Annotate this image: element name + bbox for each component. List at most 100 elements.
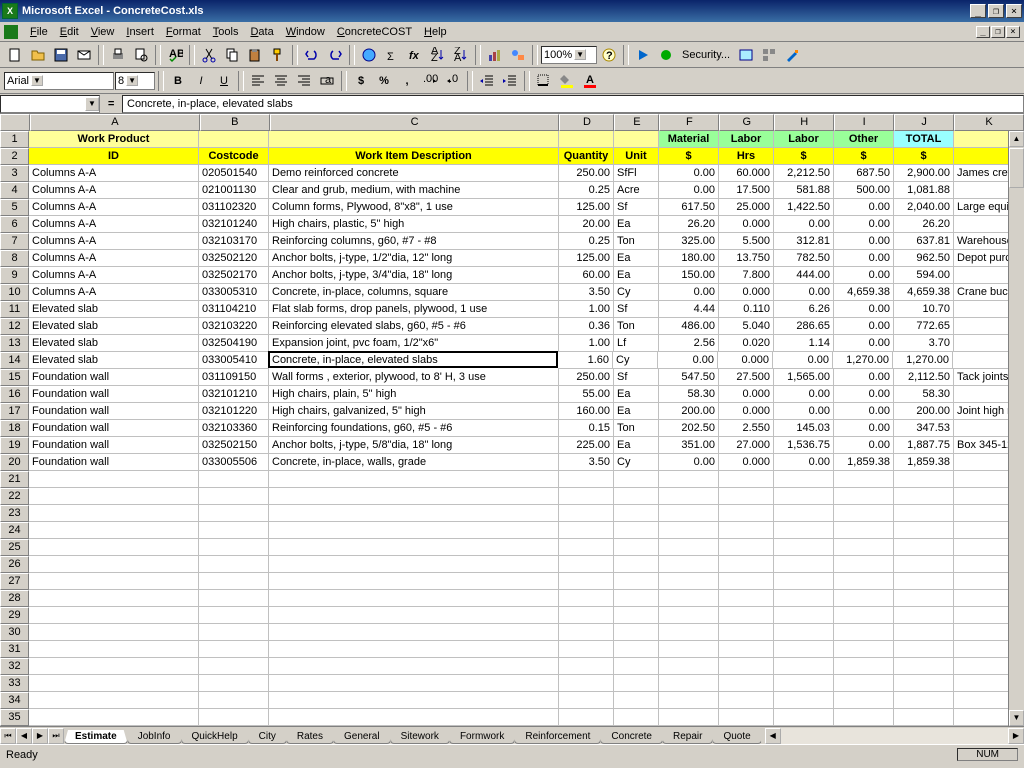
cell[interactable]: Ea <box>614 437 659 454</box>
cell[interactable]: Ton <box>614 233 659 250</box>
sheet-tab-rates[interactable]: Rates <box>286 730 334 744</box>
cell[interactable] <box>774 675 834 692</box>
cell[interactable] <box>269 590 559 607</box>
cell[interactable] <box>199 692 269 709</box>
cell[interactable]: 0.00 <box>834 369 894 386</box>
cell[interactable]: 3.50 <box>559 284 614 301</box>
cell[interactable] <box>774 471 834 488</box>
cell[interactable]: 962.50 <box>894 250 954 267</box>
cell[interactable]: 032103360 <box>199 420 269 437</box>
cell[interactable]: Lf <box>614 335 659 352</box>
col-header-K[interactable]: K <box>954 114 1024 131</box>
cell[interactable] <box>774 505 834 522</box>
cell[interactable] <box>834 573 894 590</box>
row-header[interactable]: 16 <box>0 386 29 403</box>
cell[interactable]: 200.00 <box>659 403 719 420</box>
cell[interactable]: 1,859.38 <box>894 454 954 471</box>
cell[interactable] <box>269 131 559 148</box>
sort-asc-icon[interactable]: AZ <box>427 44 449 66</box>
cell[interactable] <box>199 709 269 726</box>
col-header-H[interactable]: H <box>774 114 834 131</box>
sheet-tab-formwork[interactable]: Formwork <box>449 730 515 744</box>
cell[interactable]: Ea <box>614 386 659 403</box>
cell[interactable] <box>719 539 774 556</box>
cell[interactable]: 0.00 <box>834 386 894 403</box>
row-header[interactable]: 1 <box>0 131 29 148</box>
cell[interactable]: 0.00 <box>834 335 894 352</box>
cell[interactable] <box>559 624 614 641</box>
cell[interactable] <box>559 556 614 573</box>
menu-data[interactable]: Data <box>244 24 279 40</box>
cell[interactable] <box>894 641 954 658</box>
cell[interactable] <box>559 692 614 709</box>
cell[interactable]: 10.70 <box>894 301 954 318</box>
increase-decimal-icon[interactable]: .00 <box>419 70 441 92</box>
menu-view[interactable]: View <box>85 24 121 40</box>
cell[interactable] <box>559 709 614 726</box>
col-header-C[interactable]: C <box>270 114 560 131</box>
undo-icon[interactable] <box>301 44 323 66</box>
cell[interactable]: 1.14 <box>774 335 834 352</box>
cell[interactable]: 021001130 <box>199 182 269 199</box>
cell[interactable] <box>269 692 559 709</box>
cell[interactable]: Ton <box>614 318 659 335</box>
cell[interactable]: Foundation wall <box>29 386 199 403</box>
design-mode-icon[interactable] <box>781 44 803 66</box>
cell[interactable] <box>719 505 774 522</box>
align-center-icon[interactable] <box>270 70 292 92</box>
cell[interactable] <box>199 573 269 590</box>
cell[interactable]: 0.00 <box>834 250 894 267</box>
cell[interactable] <box>894 675 954 692</box>
cell[interactable]: Columns A-A <box>29 284 199 301</box>
row-header[interactable]: 6 <box>0 216 29 233</box>
cell[interactable] <box>719 573 774 590</box>
vertical-scrollbar[interactable]: ▲ ▼ <box>1008 131 1024 726</box>
decrease-decimal-icon[interactable]: .0 <box>442 70 464 92</box>
row-header[interactable]: 19 <box>0 437 29 454</box>
cell[interactable]: 032101220 <box>199 403 269 420</box>
increase-indent-icon[interactable] <box>499 70 521 92</box>
cell[interactable]: 20.00 <box>559 216 614 233</box>
cell[interactable] <box>29 522 199 539</box>
menu-concretecost[interactable]: ConcreteCOST <box>331 24 418 40</box>
email-icon[interactable] <box>73 44 95 66</box>
col-header-E[interactable]: E <box>614 114 659 131</box>
cell[interactable]: 3.70 <box>894 335 954 352</box>
cell[interactable]: 0.00 <box>774 216 834 233</box>
cell[interactable] <box>894 692 954 709</box>
cell[interactable]: 0.000 <box>719 216 774 233</box>
cell[interactable]: 13.750 <box>719 250 774 267</box>
cell[interactable]: 125.00 <box>559 250 614 267</box>
cell[interactable]: Reinforcing foundations, g60, #5 - #6 <box>269 420 559 437</box>
sort-desc-icon[interactable]: ZA <box>450 44 472 66</box>
cell[interactable] <box>834 658 894 675</box>
cell[interactable] <box>774 556 834 573</box>
cell[interactable]: 1.00 <box>559 301 614 318</box>
sheet-tab-reinforcement[interactable]: Reinforcement <box>514 730 601 744</box>
row-header[interactable]: 28 <box>0 590 29 607</box>
col-header-I[interactable]: I <box>834 114 894 131</box>
open-icon[interactable] <box>27 44 49 66</box>
menu-window[interactable]: Window <box>280 24 331 40</box>
run-macro-icon[interactable] <box>632 44 654 66</box>
close-button[interactable]: × <box>1006 4 1022 18</box>
borders-icon[interactable] <box>533 70 555 92</box>
cell[interactable]: Foundation wall <box>29 437 199 454</box>
row-header[interactable]: 27 <box>0 573 29 590</box>
cell[interactable] <box>199 641 269 658</box>
horizontal-scrollbar[interactable]: ◀ ▶ <box>765 728 1024 744</box>
cell[interactable] <box>199 675 269 692</box>
cell[interactable] <box>719 709 774 726</box>
cell[interactable] <box>29 675 199 692</box>
cell[interactable] <box>834 471 894 488</box>
cell[interactable]: 200.00 <box>894 403 954 420</box>
cell[interactable]: 617.50 <box>659 199 719 216</box>
cell[interactable] <box>894 709 954 726</box>
cell[interactable]: 0.00 <box>774 284 834 301</box>
cell[interactable] <box>199 556 269 573</box>
format-painter-icon[interactable] <box>267 44 289 66</box>
cell[interactable] <box>614 658 659 675</box>
font-size-combo[interactable]: 8▼ <box>115 72 155 90</box>
font-combo[interactable]: Arial▼ <box>4 72 114 90</box>
cell[interactable]: SfFl <box>614 165 659 182</box>
